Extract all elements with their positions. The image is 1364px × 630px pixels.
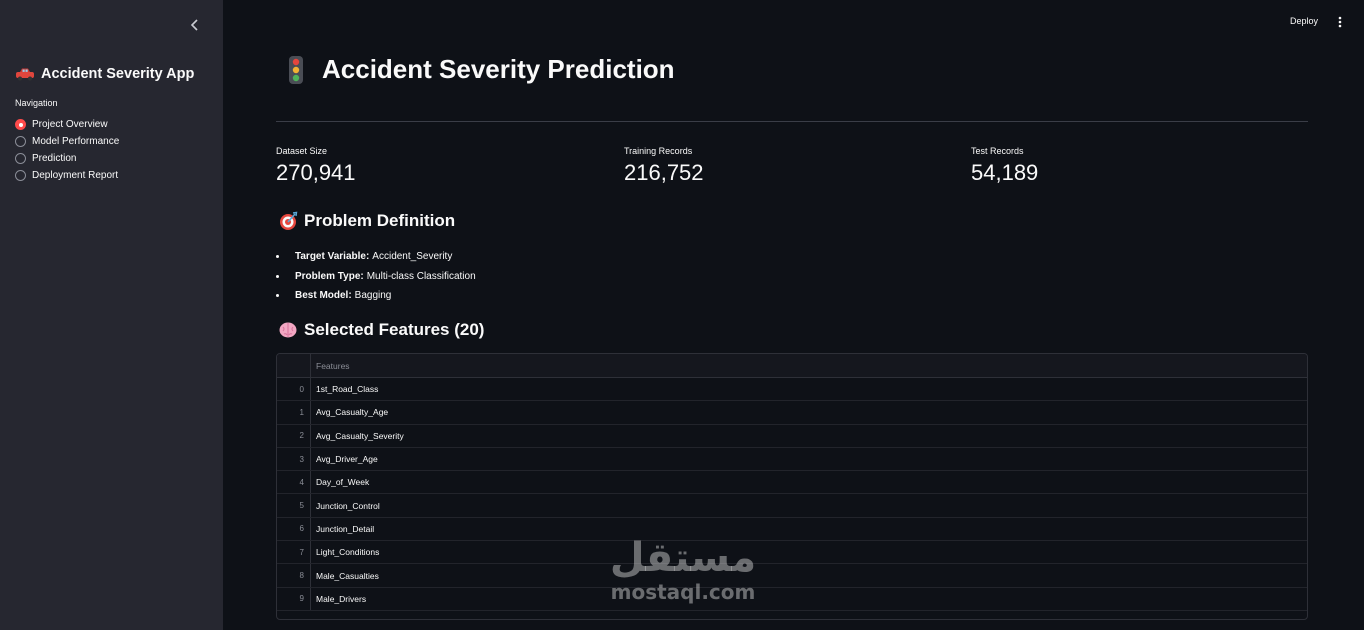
bullet-icon (276, 294, 279, 298)
table-row[interactable]: 8 Male_Casualties (277, 564, 1307, 588)
table-row[interactable]: 2 Avg_Casualty_Severity (277, 424, 1307, 448)
metric-value: 54,189 (971, 160, 1039, 185)
metric-label: Test Records (971, 146, 1024, 156)
title-divider (276, 121, 1308, 122)
radio-unselected-icon (15, 170, 26, 181)
table-cell[interactable]: Junction_Detail (311, 518, 374, 540)
row-index: 8 (277, 564, 311, 587)
list-item: Target Variable: Accident_Severity (276, 247, 476, 267)
column-header-features[interactable]: Features (311, 354, 350, 377)
row-index: 0 (277, 378, 311, 401)
row-index: 5 (277, 494, 311, 517)
kebab-menu-icon (1338, 16, 1342, 28)
list-item-key: Problem Type: (295, 270, 364, 282)
metric-dataset-size: Dataset Size 270,941 (276, 146, 356, 186)
deploy-button[interactable]: Deploy (1290, 16, 1318, 26)
page-title-text: Accident Severity Prediction (322, 54, 675, 84)
page-title: Accident Severity Prediction (286, 54, 675, 85)
bullet-icon (276, 255, 279, 259)
nav-radio-project-overview[interactable]: Project Overview (15, 116, 119, 133)
metric-value: 270,941 (276, 160, 356, 185)
section-title: Selected Features (20) (304, 320, 485, 339)
traffic-light-icon (289, 55, 303, 84)
table-cell[interactable]: Avg_Driver_Age (311, 448, 378, 470)
list-item: Problem Type: Multi-class Classification (276, 267, 476, 287)
metric-training-records: Training Records 216,752 (624, 146, 704, 186)
list-item-value: Accident_Severity (372, 251, 453, 263)
table-cell[interactable]: 1st_Road_Class (311, 378, 378, 400)
selected-features-heading: Selected Features (20) (278, 320, 484, 340)
section-title: Problem Definition (304, 211, 456, 230)
sidebar: Accident Severity App Navigation Project… (0, 0, 223, 630)
app-root: Accident Severity App Navigation Project… (0, 0, 1364, 630)
list-item-value: Bagging (354, 290, 392, 302)
table-row[interactable]: 1 Avg_Casualty_Age (277, 401, 1307, 425)
nav-radio-prediction[interactable]: Prediction (15, 150, 119, 167)
list-item: Best Model: Bagging (276, 286, 476, 306)
nav-radio-label: Model Performance (32, 136, 120, 147)
nav-radio-label: Prediction (32, 153, 77, 164)
row-index: 3 (277, 447, 311, 471)
app-title-text: Accident Severity App (41, 66, 195, 82)
radio-selected-icon (15, 119, 26, 130)
table-row[interactable]: 9 Male_Drivers (277, 587, 1307, 611)
metric-test-records: Test Records 54,189 (971, 146, 1038, 186)
main-menu-button[interactable] (1334, 14, 1346, 30)
table-row[interactable]: 3 Avg_Driver_Age (277, 447, 1307, 472)
table-row[interactable]: 4 Day_of_Week (277, 471, 1307, 495)
navigation-radio-group: Project Overview Model Performance Predi… (15, 116, 119, 184)
list-item-value: Multi-class Classification (366, 270, 476, 282)
problem-definition-list: Target Variable: Accident_Severity Probl… (276, 247, 476, 306)
metric-label: Dataset Size (276, 146, 328, 156)
row-index: 1 (277, 401, 311, 424)
nav-radio-label: Project Overview (32, 119, 108, 130)
car-icon (16, 68, 34, 81)
table-cell[interactable]: Light_Conditions (311, 541, 379, 563)
row-index: 6 (277, 517, 311, 541)
list-item-key: Best Model: (295, 290, 352, 302)
problem-definition-heading: Problem Definition (278, 211, 455, 231)
list-item-key: Target Variable: (295, 251, 370, 263)
table-cell[interactable]: Male_Casualties (311, 564, 379, 586)
features-dataframe[interactable]: Features 0 1st_Road_Class 1 Avg_Casualty_A… (276, 353, 1308, 620)
collapse-sidebar-button[interactable] (186, 16, 204, 34)
radio-unselected-icon (15, 136, 26, 147)
table-cell[interactable]: Male_Drivers (311, 588, 366, 610)
metric-label: Training Records (624, 146, 693, 156)
target-icon (280, 211, 298, 230)
row-index: 9 (277, 587, 311, 610)
index-header (277, 354, 311, 377)
sidebar-app-title: Accident Severity App (15, 66, 194, 82)
table-cell[interactable]: Avg_Casualty_Age (311, 401, 388, 423)
bullet-icon (276, 274, 279, 278)
row-index: 2 (277, 424, 311, 447)
metric-value: 216,752 (624, 160, 704, 185)
row-index: 7 (277, 541, 311, 564)
nav-radio-model-performance[interactable]: Model Performance (15, 133, 119, 150)
radio-unselected-icon (15, 153, 26, 164)
nav-radio-label: Deployment Report (32, 170, 119, 181)
table-header: Features (277, 354, 1307, 378)
table-row[interactable]: 7 Light_Conditions (277, 541, 1307, 565)
table-row[interactable]: 0 1st_Road_Class (277, 378, 1307, 402)
row-index: 4 (277, 471, 311, 494)
chevron-left-icon (190, 19, 198, 31)
table-cell[interactable]: Avg_Casualty_Severity (311, 425, 404, 447)
table-row[interactable]: 5 Junction_Control (277, 494, 1307, 518)
nav-radio-deployment-report[interactable]: Deployment Report (15, 167, 119, 184)
table-cell[interactable]: Junction_Control (311, 494, 380, 516)
table-cell[interactable]: Day_of_Week (311, 471, 369, 493)
navigation-label: Navigation (15, 98, 58, 108)
brain-icon (279, 322, 297, 338)
table-row[interactable]: 6 Junction_Detail (277, 517, 1307, 542)
